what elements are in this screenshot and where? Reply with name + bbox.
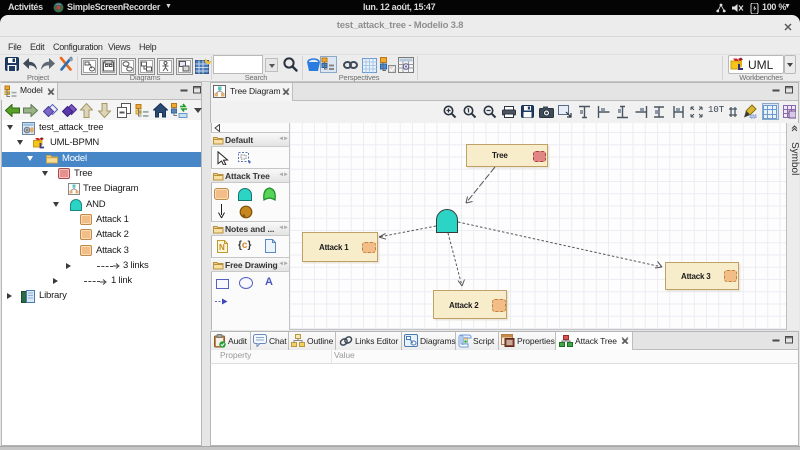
svg-text:N: N (219, 243, 225, 252)
